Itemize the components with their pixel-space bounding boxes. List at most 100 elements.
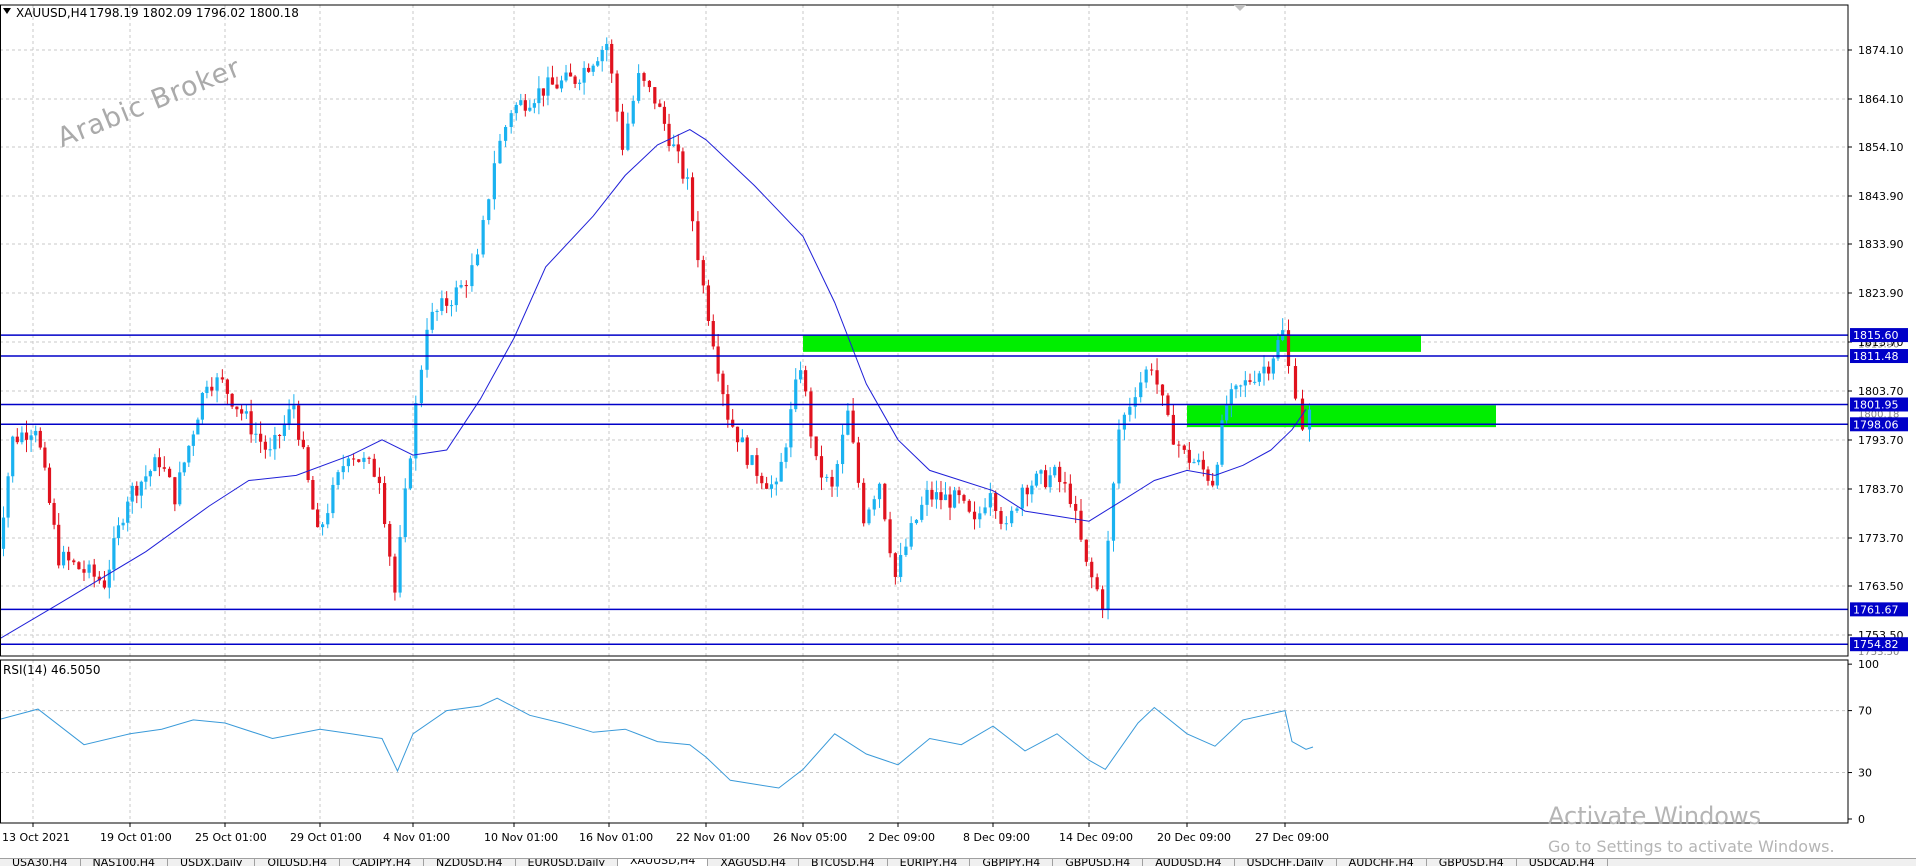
moving-average-line <box>0 129 1307 640</box>
candle-body <box>191 434 195 446</box>
candle-body <box>15 436 19 443</box>
level-label: 1798.06 <box>1853 418 1899 431</box>
time-tick-label: 29 Oct 01:00 <box>290 831 362 844</box>
supply-zone <box>803 335 1421 352</box>
candle-body <box>173 477 177 505</box>
candle-body <box>814 436 818 457</box>
candle-body <box>1293 366 1298 399</box>
symbol-label: XAUUSD,H4 <box>16 6 87 20</box>
candle-body <box>320 524 325 528</box>
candle-body <box>1225 404 1229 421</box>
candle-body <box>38 430 42 448</box>
candle-body <box>804 370 808 392</box>
candle-body <box>716 346 720 374</box>
candle-body <box>957 490 961 496</box>
candle-body <box>532 103 536 108</box>
candle-body <box>550 77 555 85</box>
candle-body <box>87 564 91 573</box>
candle-body <box>546 77 550 96</box>
candle-body <box>862 482 866 524</box>
candle-body <box>600 50 604 62</box>
candle-body <box>883 483 887 520</box>
rsi-polyline <box>0 697 1314 789</box>
candle-body <box>336 472 340 485</box>
candle-body <box>464 285 468 287</box>
level-label: 1811.48 <box>1853 350 1899 363</box>
candle-body <box>311 479 315 510</box>
time-tick-label: 27 Dec 09:00 <box>1255 831 1329 844</box>
candle-body <box>596 61 600 66</box>
candle-body <box>514 104 518 114</box>
candle-body <box>215 377 219 391</box>
candle-body <box>29 435 33 440</box>
candle-body <box>351 458 356 460</box>
candle-body <box>1201 459 1205 470</box>
candle-body <box>1043 470 1048 488</box>
candle-body <box>377 476 382 484</box>
candle-body <box>726 394 730 420</box>
candle-body <box>872 499 876 510</box>
candle-body <box>888 519 892 554</box>
time-tick-label: 19 Oct 01:00 <box>100 831 172 844</box>
level-label: 1754.82 <box>1853 638 1899 651</box>
candle-body <box>1155 370 1159 385</box>
candle-body <box>419 369 424 404</box>
candle-body <box>1192 462 1196 464</box>
candle-body <box>414 403 418 459</box>
candle-body <box>254 433 258 435</box>
candle-body <box>11 436 15 477</box>
candle-body <box>116 525 121 539</box>
candle-body <box>615 73 619 112</box>
candle-body <box>925 489 929 505</box>
candle-body <box>135 485 139 496</box>
candle-body <box>582 67 586 83</box>
candle-body <box>1206 469 1210 481</box>
candle-body <box>162 467 166 469</box>
candle-body <box>555 84 559 89</box>
candle-body <box>909 523 913 547</box>
candle-body <box>77 562 81 570</box>
candle-body <box>1128 406 1132 415</box>
candle-body <box>1034 473 1039 486</box>
candle-body <box>107 569 111 588</box>
price-tick-label: 1823.90 <box>1858 287 1904 300</box>
candle-body <box>1253 381 1257 383</box>
candle-body <box>893 553 897 577</box>
candle-body <box>1111 483 1116 541</box>
rsi-grid <box>0 660 1848 823</box>
chart-canvas[interactable]: 1874.10 1864.10 1854.10 1843.90 1833.90 1823.… <box>0 0 1916 858</box>
candle-body <box>920 504 924 520</box>
candle-body <box>1271 358 1275 374</box>
candle-body <box>779 461 783 482</box>
ohlc-values: 1798.19 1802.09 1796.02 1800.18 <box>89 6 299 20</box>
candle-body <box>706 285 711 322</box>
candle-body <box>259 433 263 442</box>
candle-body <box>331 484 335 514</box>
candle-body <box>1020 487 1024 509</box>
candle-body <box>750 455 754 465</box>
candle-body <box>1048 475 1052 488</box>
candle-body <box>326 513 330 525</box>
candle-body <box>846 410 850 435</box>
candle-body <box>178 472 182 505</box>
triangle-down-icon[interactable] <box>3 8 11 14</box>
candle-body <box>676 144 680 152</box>
horizontal-levels[interactable] <box>0 334 1848 645</box>
candle-body <box>139 481 143 496</box>
candle-body <box>631 100 635 124</box>
candle-body <box>498 140 502 164</box>
candle-body <box>492 163 496 200</box>
level-label: 1815.60 <box>1853 329 1899 342</box>
candle-body <box>943 494 948 501</box>
candle-body <box>819 456 824 478</box>
chart-frame <box>0 4 1849 824</box>
candle-body <box>591 65 595 72</box>
rsi-line <box>0 697 1314 789</box>
rsi-label: RSI(14) 46.5050 <box>3 663 101 677</box>
candle-body <box>1144 369 1148 383</box>
candle-body <box>1058 466 1062 483</box>
candle-body <box>372 458 376 477</box>
shift-marker-icon <box>1234 5 1246 11</box>
candle-body <box>435 310 439 312</box>
candle-body <box>1084 539 1088 562</box>
